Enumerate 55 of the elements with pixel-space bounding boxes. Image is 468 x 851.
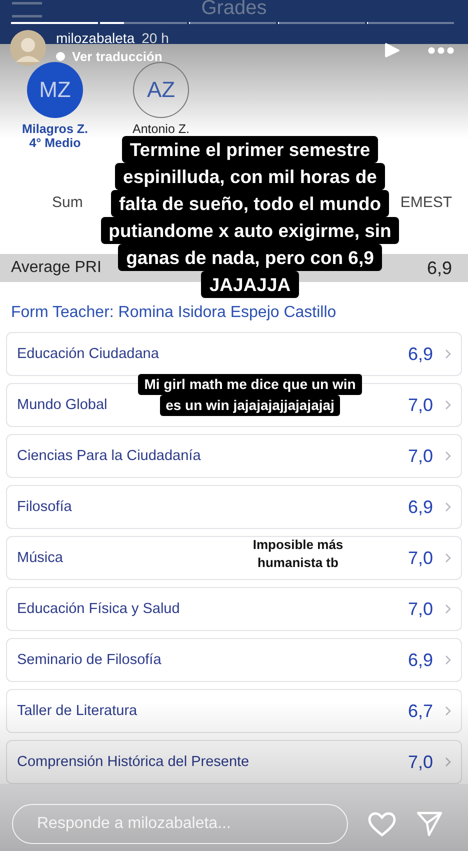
student-name: Antonio Z. xyxy=(132,122,190,136)
more-icon[interactable] xyxy=(428,47,454,54)
subject-name: Educación Ciudadana xyxy=(17,346,159,362)
translate-dot-icon xyxy=(56,52,65,61)
subject-grade: 7,0 xyxy=(408,548,433,568)
caption-line: humanista tb xyxy=(258,554,338,572)
subject-card[interactable]: Seminario de Filosofía 6,9 xyxy=(6,638,462,682)
chevron-icon xyxy=(445,502,451,512)
chevron-icon xyxy=(445,451,451,461)
chevron-icon xyxy=(445,757,451,767)
subject-card[interactable]: Educación Ciudadana 6,9 xyxy=(6,332,462,376)
username[interactable]: milozabaleta xyxy=(56,30,135,46)
subject-grade: 6,9 xyxy=(408,650,433,670)
subject-grade: 7,0 xyxy=(408,446,433,466)
summary-label: EMEST xyxy=(400,194,452,211)
subject-grade: 7,0 xyxy=(408,598,433,620)
student-avatar[interactable]: MZ xyxy=(27,62,83,118)
subject-grade: 6,7 xyxy=(408,700,433,722)
reply-field[interactable]: Responde a milozabaleta... xyxy=(12,804,348,844)
subject-name: Educación Física y Salud xyxy=(17,601,180,617)
subject-card[interactable]: Filosofía 6,9 xyxy=(6,485,462,529)
summary-label: Sum xyxy=(52,194,83,211)
subject-grade: 7,0 xyxy=(408,394,433,416)
subject-name: Taller de Literatura xyxy=(17,703,138,719)
student-grade: 4° Medio xyxy=(29,136,81,150)
subject-card[interactable]: Comprensión Histórica del Presente 7,0 xyxy=(6,740,462,784)
subject-card[interactable]: Educación Física y Salud 7,0 xyxy=(6,587,462,631)
subject-name: Comprensión Histórica del Presente xyxy=(17,754,250,770)
chevron-icon xyxy=(445,349,451,359)
chevron-icon xyxy=(445,400,451,410)
student-avatar[interactable]: AZ xyxy=(133,62,189,118)
send-icon[interactable] xyxy=(416,811,443,837)
chevron-icon xyxy=(445,706,451,716)
post-time: 20 h xyxy=(142,30,169,46)
chevron-icon xyxy=(445,553,451,563)
caption-line: Imposible más xyxy=(252,536,344,554)
subject-name: Mundo Global xyxy=(17,397,108,413)
play-icon[interactable] xyxy=(384,42,400,59)
subject-grade: 6,9 xyxy=(408,344,433,364)
chevron-icon xyxy=(445,604,451,614)
average-label: Average PRI xyxy=(11,259,102,277)
subject-card[interactable]: Taller de Literatura 6,7 xyxy=(6,689,462,733)
user-avatar[interactable] xyxy=(10,30,46,66)
student-name: Milagros Z. xyxy=(22,122,88,136)
subject-grade: 7,0 xyxy=(408,752,433,772)
subject-name: Música xyxy=(17,550,63,566)
chevron-icon xyxy=(445,655,451,665)
subject-card[interactable]: Ciencias Para la Ciudadanía 7,0 xyxy=(6,434,462,478)
subject-name: Filosofía xyxy=(17,499,72,515)
heart-icon[interactable] xyxy=(368,812,396,836)
menu-icon[interactable] xyxy=(12,2,42,18)
subject-name: Seminario de Filosofía xyxy=(17,652,162,668)
subject-grade: 6,9 xyxy=(408,496,433,518)
average-value: 6,9 xyxy=(426,258,452,278)
subject-name: Ciencias Para la Ciudadanía xyxy=(17,448,201,464)
